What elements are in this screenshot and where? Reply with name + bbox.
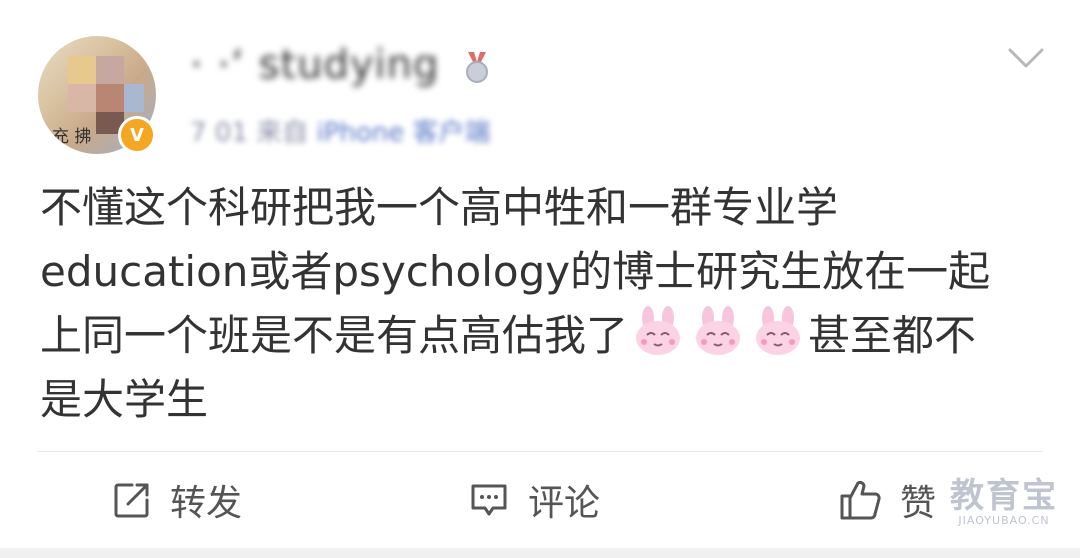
repost-label: 转发 <box>170 483 243 524</box>
like-button[interactable]: 赞 <box>838 470 936 530</box>
watermark-sub: JIAOYUBAO.CN <box>958 514 1050 527</box>
post-text-line: 不懂这个科研把我一个高中牲和一群专业学 <box>40 183 839 232</box>
medal-icon <box>466 52 488 83</box>
watermark-main: 教育宝 <box>950 476 1058 516</box>
author-name[interactable]: · ·‘ studying <box>190 42 439 88</box>
post-text-line: 上同一个班是不是有点高估我了 甚至都不 <box>40 304 1050 368</box>
avatar-text: 充 拂 <box>52 127 92 147</box>
bunny-emoji-icon <box>756 306 801 355</box>
like-label: 赞 <box>900 483 937 524</box>
thumbs-up-icon <box>840 480 881 520</box>
post-text-line: education或者psychology的博士研究生放在一起 <box>40 247 991 296</box>
repost-button[interactable]: 转发 <box>112 470 242 530</box>
bottom-bar <box>0 548 1080 558</box>
post-time: 7 01 <box>190 118 248 148</box>
location-label: 来自 <box>256 118 309 148</box>
post-source[interactable]: iPhone 客户端 <box>316 118 490 148</box>
repost-icon <box>114 483 149 518</box>
comment-icon <box>471 484 507 516</box>
divider <box>38 451 1042 452</box>
post-content: 不懂这个科研把我一个高中牲和一群专业学 education或者psycholog… <box>40 176 1050 432</box>
comment-button[interactable]: 评论 <box>468 470 600 530</box>
comment-label: 评论 <box>528 483 601 524</box>
watermark-logo: 教育宝 JIAOYUBAO.CN <box>950 478 1058 527</box>
chevron-down-icon[interactable] <box>1004 40 1048 76</box>
post-text-line: 是大学生 <box>40 375 209 424</box>
verified-badge: V <box>118 116 156 154</box>
bunny-emoji-icon <box>696 306 741 355</box>
bunny-emoji-icon <box>636 306 681 355</box>
post-meta: 7 01 来自 iPhone 客户端 <box>190 112 490 149</box>
